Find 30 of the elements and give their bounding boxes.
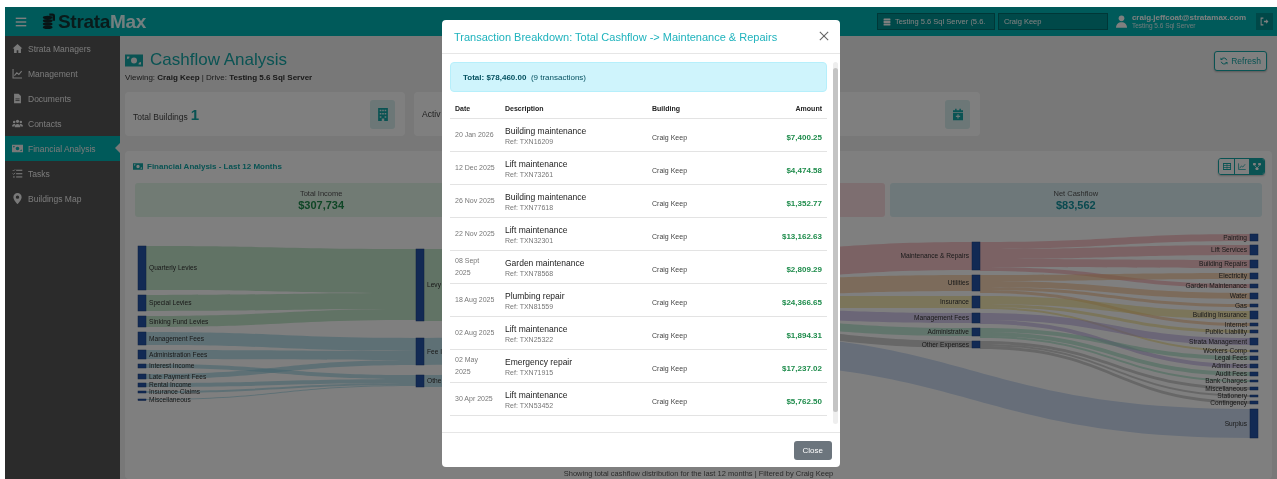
description-text: Building maintenance xyxy=(505,191,588,202)
description-text: Emergency repair xyxy=(505,356,574,367)
amount-text: $1,894.31 xyxy=(786,331,822,340)
description-text: Lift maintenance xyxy=(505,158,569,169)
user-email: craig.jeffcoat@stratamax.com xyxy=(1131,13,1246,23)
modal-title: Transaction Breakdown: Total Cashflow -> Maintenance & Repairs xyxy=(454,30,778,43)
stat-value: 1 xyxy=(190,105,200,123)
amount-text: $24,366.65 xyxy=(781,298,822,307)
tile-value: $307,734 xyxy=(298,199,345,211)
description-text: Garden maintenance xyxy=(505,257,586,268)
page-title: Cashflow Analysis xyxy=(150,50,287,70)
amount-text: $1,352.77 xyxy=(786,199,822,208)
total-alert: Total: $78,460.00 (9 transactions) xyxy=(450,62,827,92)
panel-title: Financial Analysis - Last 12 Months xyxy=(147,161,282,171)
stat-label: Activ xyxy=(422,109,441,119)
description-text: Lift maintenance xyxy=(505,389,569,400)
amount-text: $7,400.25 xyxy=(786,133,822,142)
description-text: Building maintenance xyxy=(505,125,588,136)
amount-text: $2,809.29 xyxy=(786,265,822,274)
amount-text: $13,162.63 xyxy=(781,232,822,241)
tile-value: $83,562 xyxy=(1055,199,1096,211)
amount-text: $17,237.02 xyxy=(781,364,822,373)
description-text: Lift maintenance xyxy=(505,224,569,235)
amount-text: $5,762.50 xyxy=(786,397,822,406)
description-text: Plumbing repair xyxy=(505,290,566,301)
stat-label: Total Buildings xyxy=(133,111,188,122)
amount-text: $4,474.58 xyxy=(786,166,822,175)
logo-text: StrataMax xyxy=(58,10,147,33)
subtitle: Viewing: Craig Keep | Drive: Testing 5.6 Sql Server xyxy=(125,73,313,82)
description-text: Lift maintenance xyxy=(505,323,569,334)
